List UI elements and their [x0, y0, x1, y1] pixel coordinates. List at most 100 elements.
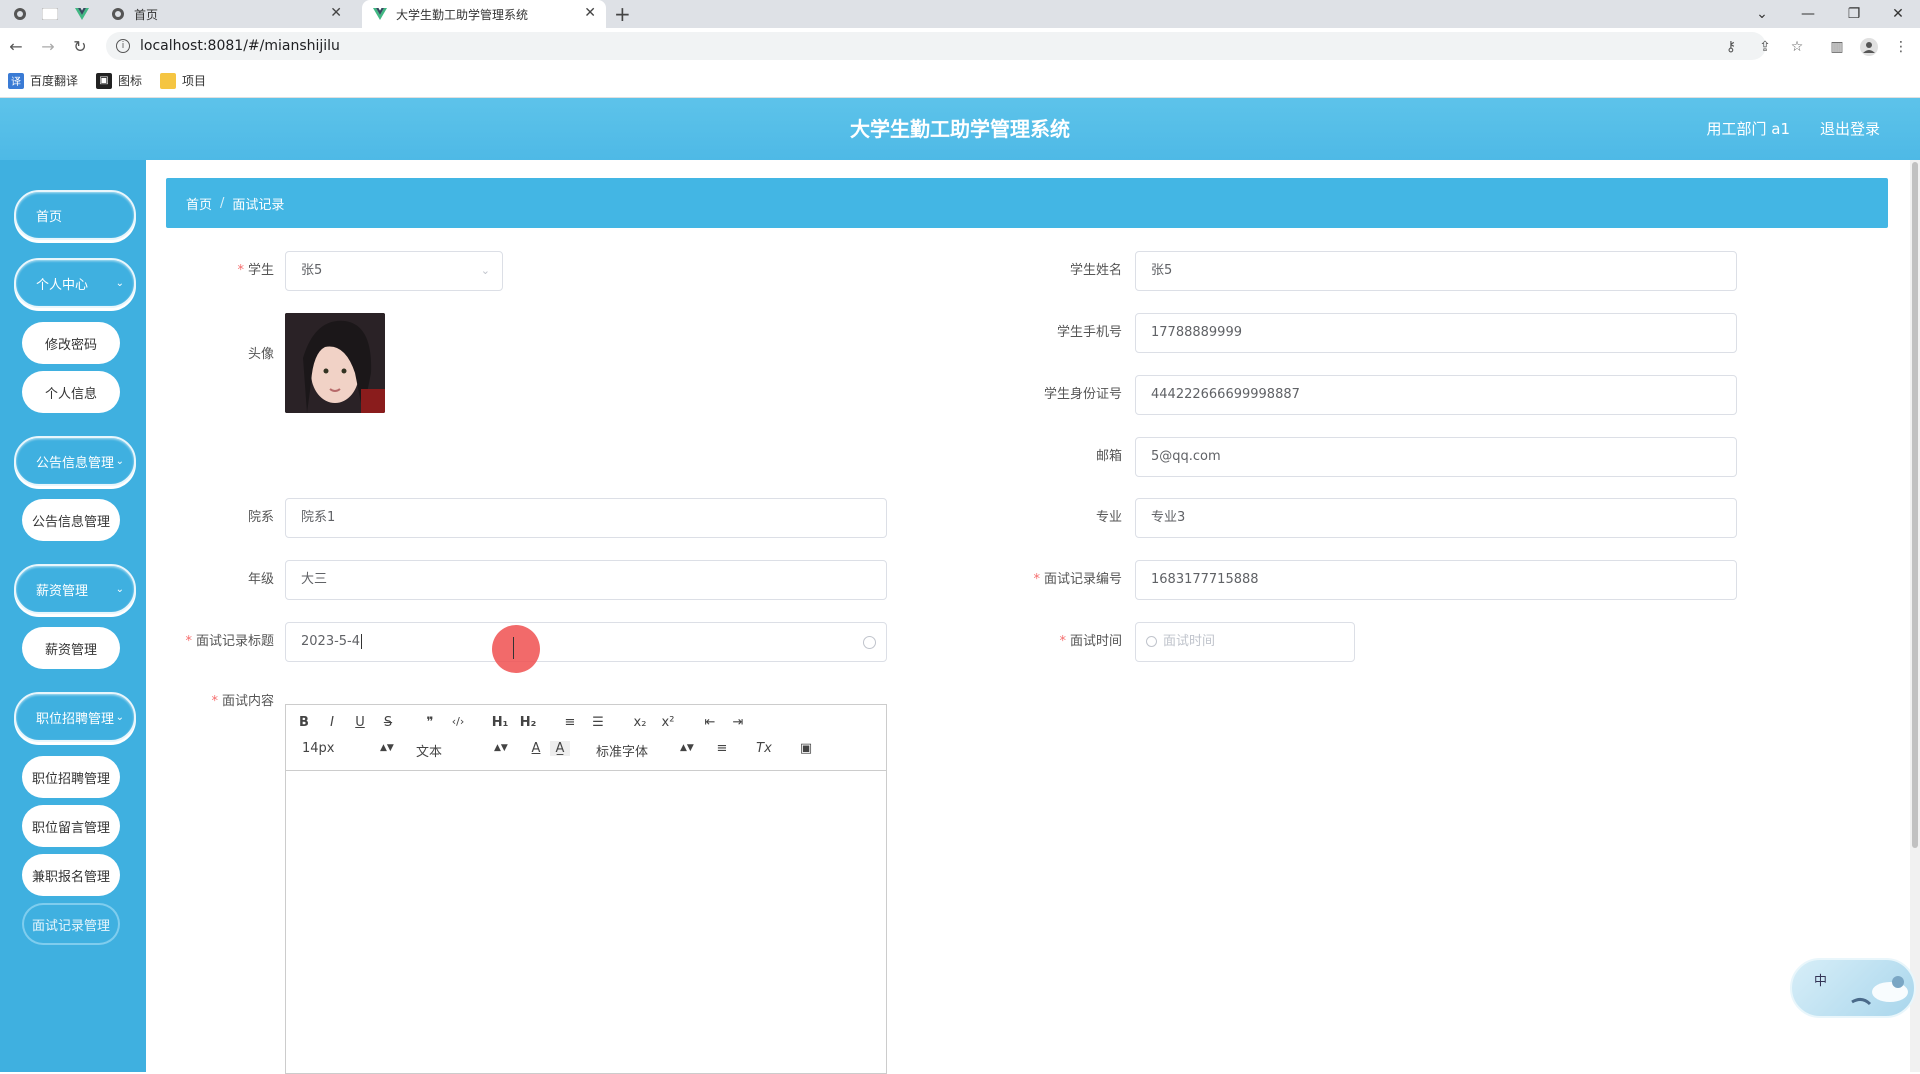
student-select[interactable]: 张5 ⌄: [285, 251, 503, 291]
tab-home[interactable]: 首页 ✕: [100, 0, 352, 28]
chevron-down-icon: ⌄: [115, 583, 124, 595]
email-field[interactable]: 5@qq.com: [1135, 437, 1737, 477]
globe-icon[interactable]: [8, 0, 32, 28]
sidebar-item-salary-management[interactable]: 薪资管理: [22, 627, 120, 669]
subscript-button[interactable]: x₂: [630, 715, 650, 730]
font-family-select[interactable]: 标准字体 ▲▼: [596, 741, 694, 760]
email-value: 5@qq.com: [1151, 449, 1221, 464]
more-menu-icon[interactable]: ⋮: [1892, 38, 1910, 56]
italic-button[interactable]: I: [322, 715, 342, 730]
grade-field[interactable]: 大三: [285, 560, 887, 600]
sidebar-item-job-recruitment[interactable]: 职位招聘管理: [22, 756, 120, 798]
outdent-button[interactable]: ⇤: [700, 715, 720, 730]
star-icon[interactable]: ☆: [1788, 38, 1806, 56]
ordered-list-button[interactable]: ≡: [560, 715, 580, 730]
strike-button[interactable]: S: [378, 715, 398, 730]
new-tab-button[interactable]: +: [614, 2, 631, 26]
clear-icon[interactable]: [863, 636, 876, 649]
forward-arrow-icon[interactable]: →: [36, 34, 60, 58]
share-icon[interactable]: ⇪: [1756, 38, 1774, 56]
chevron-down-icon[interactable]: ⌄: [1740, 0, 1784, 28]
sidebar-group-personal-center[interactable]: 个人中心 ⌄: [14, 258, 136, 308]
department-field[interactable]: 院系1: [285, 498, 887, 538]
superscript-button[interactable]: x²: [658, 715, 678, 730]
bookmark-label: 百度翻译: [30, 74, 79, 88]
bookmarks-bar: 译 百度翻译 ▣ 图标 项目: [0, 64, 1920, 98]
bookmark-label: 图标: [118, 74, 143, 88]
side-panel-icon[interactable]: ▥: [1828, 38, 1846, 56]
sidebar-item-label: 个人信息: [44, 386, 97, 402]
student-phone-field[interactable]: 17788889999: [1135, 313, 1737, 353]
bullet-list-button[interactable]: ☰: [588, 715, 608, 730]
clock-icon: [1146, 636, 1157, 647]
browser-tab-bar: 首页 ✕ 大学生勤工助学管理系统 ✕ + ⌄ — ❐ ✕: [0, 0, 1920, 28]
bookmark-baidu-translate[interactable]: 译 百度翻译: [8, 72, 78, 89]
sidebar-group-label: 薪资管理: [36, 583, 89, 599]
sidebar-group-announcements[interactable]: 公告信息管理 ⌄: [14, 436, 136, 486]
vue-logo-icon[interactable]: [70, 0, 94, 28]
editor-content-area[interactable]: [286, 771, 886, 1071]
sidebar-item-part-time-signup[interactable]: 兼职报名管理: [22, 854, 120, 896]
font-family-value: 标准字体: [596, 745, 649, 760]
key-icon[interactable]: ⚷: [1722, 38, 1740, 56]
tab-app[interactable]: 大学生勤工助学管理系统 ✕: [362, 0, 606, 28]
bookmark-icons[interactable]: ▣ 图标: [96, 72, 142, 89]
clear-format-button[interactable]: Tx: [754, 741, 774, 756]
sidebar: 首页 个人中心 ⌄ 修改密码 个人信息 公告信息管理 ⌄ 公告信息管理 薪资管理…: [0, 160, 146, 1072]
url-input[interactable]: i localhost:8081/#/mianshijilu: [106, 32, 1766, 60]
indent-button[interactable]: ⇥: [728, 715, 748, 730]
back-arrow-icon[interactable]: ←: [4, 34, 28, 58]
record-title-field[interactable]: 2023-5-4: [285, 622, 887, 662]
restore-icon[interactable]: ❐: [1832, 0, 1876, 28]
major-value: 专业3: [1151, 510, 1186, 525]
close-icon[interactable]: ✕: [330, 5, 342, 21]
department-label: 院系: [247, 510, 274, 525]
interview-time-picker[interactable]: 面试时间: [1135, 622, 1355, 662]
blockquote-button[interactable]: ❞: [420, 715, 440, 730]
student-id-card-field[interactable]: 444222666699998887: [1135, 375, 1737, 415]
breadcrumb-home[interactable]: 首页: [186, 194, 212, 213]
sidebar-group-salary[interactable]: 薪资管理 ⌄: [14, 564, 136, 614]
reload-icon[interactable]: ↻: [68, 34, 92, 58]
sidebar-item-announcement-management[interactable]: 公告信息管理: [22, 499, 120, 541]
student-name-field[interactable]: 张5: [1135, 251, 1737, 291]
student-phone-value: 17788889999: [1151, 325, 1242, 340]
sidebar-group-recruitment[interactable]: 职位招聘管理 ⌄: [14, 692, 136, 742]
code-block-button[interactable]: ‹/›: [448, 715, 468, 728]
minimize-icon[interactable]: —: [1786, 0, 1830, 28]
sidebar-item-home[interactable]: 首页: [14, 190, 136, 240]
email-label: 邮箱: [1095, 449, 1122, 464]
header-select[interactable]: 文本 ▲▼: [416, 741, 508, 760]
student-label: * 学生: [237, 263, 274, 278]
heading2-button[interactable]: H₂: [518, 715, 538, 730]
sidebar-item-interview-records[interactable]: 面试记录管理: [22, 903, 120, 945]
bookmark-project[interactable]: 项目: [160, 72, 206, 89]
profile-icon[interactable]: [1860, 38, 1878, 56]
sidebar-item-label: 薪资管理: [44, 642, 97, 658]
scrollbar-thumb[interactable]: [1912, 162, 1918, 848]
logout-link[interactable]: 退出登录: [1820, 98, 1880, 160]
background-color-button[interactable]: A̲: [550, 741, 570, 756]
rich-text-editor[interactable]: B I U S ❞ ‹/› H₁ H₂ ≡ ☰ x₂ x² ⇤ ⇥ 14px ▲…: [285, 704, 887, 1074]
sidebar-item-job-messages[interactable]: 职位留言管理: [22, 805, 120, 847]
align-button[interactable]: ≡: [712, 741, 732, 756]
folder-icon: [160, 72, 177, 89]
heading1-button[interactable]: H₁: [490, 715, 510, 730]
close-icon[interactable]: ✕: [584, 5, 596, 21]
insert-image-button[interactable]: ▣: [796, 741, 816, 756]
font-color-button[interactable]: A: [526, 741, 546, 756]
font-size-select[interactable]: 14px ▲▼: [302, 741, 394, 756]
sidebar-item-personal-info[interactable]: 个人信息: [22, 371, 120, 413]
page-scrollbar[interactable]: [1910, 160, 1920, 1072]
underline-button[interactable]: U: [350, 715, 370, 730]
info-icon[interactable]: i: [116, 39, 130, 53]
major-field[interactable]: 专业3: [1135, 498, 1737, 538]
sidebar-item-change-password[interactable]: 修改密码: [22, 322, 120, 364]
interview-time-placeholder: 面试时间: [1163, 634, 1216, 649]
widget-label: 中: [1814, 974, 1828, 989]
bold-button[interactable]: B: [294, 715, 314, 730]
close-window-icon[interactable]: ✕: [1876, 0, 1920, 28]
floating-widget[interactable]: 中: [1790, 958, 1916, 1018]
record-no-field[interactable]: 1683177715888: [1135, 560, 1737, 600]
blank-tab-icon[interactable]: [38, 0, 62, 28]
